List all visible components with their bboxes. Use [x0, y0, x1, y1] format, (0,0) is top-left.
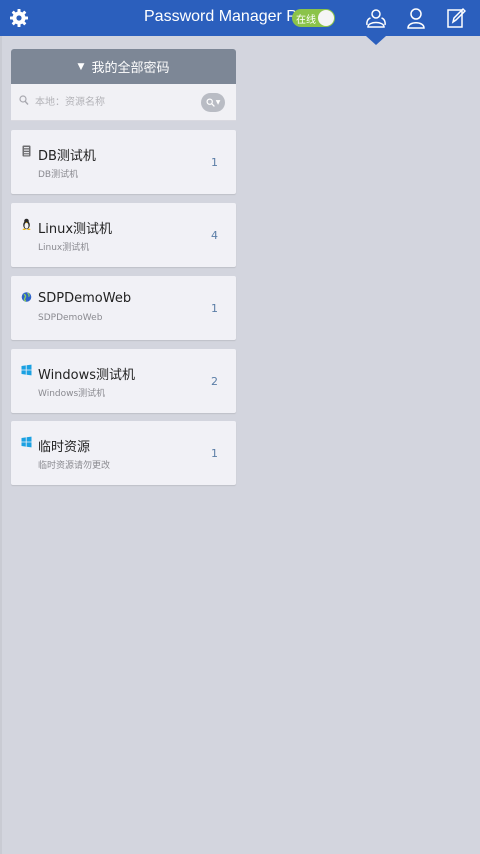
resource-name: DB测试机 [38, 149, 96, 164]
online-status-toggle[interactable]: 在线 [292, 9, 335, 27]
chevron-down-icon: ▼ [215, 99, 221, 106]
web-icon [21, 292, 32, 302]
search-input[interactable] [35, 93, 203, 111]
app-title: Password Manager Pro [144, 8, 312, 25]
resource-description: SDPDemoWeb [38, 313, 103, 323]
edit-tab-button[interactable] [436, 0, 476, 36]
user-tab-button[interactable] [396, 0, 436, 36]
resource-description: DB测试机 [38, 170, 79, 180]
active-tab-indicator [366, 36, 386, 45]
resource-card[interactable]: DB测试机 DB测试机 1 [11, 130, 236, 194]
user-icon [407, 8, 425, 29]
toggle-knob [318, 10, 334, 26]
resource-card[interactable]: Linux测试机 Linux测试机 4 [11, 203, 236, 267]
linux-icon [22, 218, 31, 230]
search-options-icon [206, 98, 215, 107]
caret-down-icon: ▼ [77, 61, 85, 72]
search-bar: ▼ [11, 84, 236, 121]
edit-icon [447, 7, 466, 28]
windows-icon [21, 436, 32, 448]
resources-tab-button[interactable] [356, 0, 396, 36]
search-filter-button[interactable]: ▼ [201, 93, 225, 112]
resource-name: Windows测试机 [38, 368, 136, 383]
account-count: 1 [211, 302, 218, 315]
windows-icon [21, 364, 32, 376]
resource-name: SDPDemoWeb [38, 291, 132, 306]
top-bar: Password Manager Pro 在线 [0, 0, 480, 36]
resource-description: Windows测试机 [38, 389, 106, 399]
all-passwords-label: 我的全部密码 [91, 61, 170, 76]
resource-description: Linux测试机 [38, 243, 90, 253]
resource-card[interactable]: Windows测试机 Windows测试机 2 [11, 349, 236, 413]
account-count: 1 [211, 447, 218, 460]
account-count: 2 [211, 375, 218, 388]
resource-name: 临时资源 [38, 440, 91, 455]
account-count: 4 [211, 229, 218, 242]
online-status-label: 在线 [296, 15, 316, 26]
resource-name: Linux测试机 [38, 222, 113, 237]
all-passwords-header[interactable]: ▼ 我的全部密码 [11, 49, 236, 84]
gear-icon[interactable] [8, 7, 30, 29]
database-icon [22, 145, 31, 157]
resources-icon [366, 9, 386, 28]
resource-description: 临时资源请勿更改 [38, 461, 111, 471]
resource-card[interactable]: SDPDemoWeb SDPDemoWeb 1 [11, 276, 236, 340]
account-count: 1 [211, 156, 218, 169]
left-divider [0, 36, 2, 854]
resource-card[interactable]: 临时资源 临时资源请勿更改 1 [11, 421, 236, 485]
search-icon [19, 95, 29, 105]
